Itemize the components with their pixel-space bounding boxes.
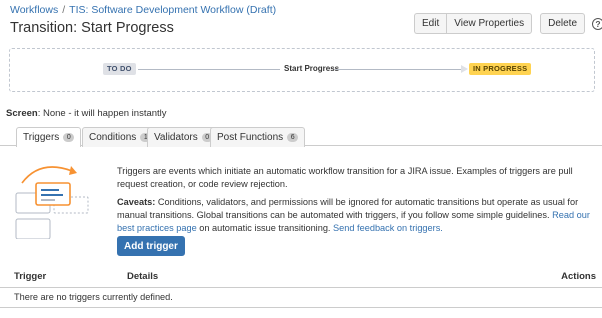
caveats-tail: on automatic issue transitioning.: [196, 223, 334, 233]
breadcrumb-separator: /: [62, 4, 66, 16]
caveats-label: Caveats:: [117, 197, 156, 207]
tab-label: Post Functions: [217, 132, 284, 143]
transition-diagram: TO DO Start Progress IN PROGRESS: [9, 48, 595, 92]
arrow-head-icon: [461, 65, 468, 73]
breadcrumb: Workflows / TIS: Software Development Work…: [10, 4, 276, 16]
tab-validators[interactable]: Validators 0: [147, 127, 220, 147]
edit-view-button-group: Edit View Properties: [414, 13, 533, 34]
transition-line-left: [138, 69, 280, 70]
tab-count-badge: 6: [287, 133, 299, 142]
tab-post-functions[interactable]: Post Functions 6: [210, 127, 306, 147]
tab-label: Validators: [154, 132, 198, 143]
tab-label: Triggers: [23, 132, 60, 143]
screen-label: Screen: [6, 108, 38, 119]
triggers-description: Triggers are events which initiate an au…: [117, 165, 599, 240]
view-properties-button[interactable]: View Properties: [446, 13, 533, 34]
page-title: Transition: Start Progress: [10, 20, 174, 36]
table-bottom-divider: [0, 307, 602, 308]
breadcrumb-workflow-link[interactable]: TIS: Software Development Workflow (Draf…: [69, 4, 276, 16]
screen-value: : None - it will happen instantly: [37, 108, 167, 119]
add-trigger-button[interactable]: Add trigger: [117, 236, 185, 256]
tab-count-badge: 0: [63, 133, 75, 142]
transition-illustration: [15, 166, 89, 239]
transition-name-label: Start Progress: [284, 64, 340, 73]
breadcrumb-workflows-link[interactable]: Workflows: [10, 4, 58, 16]
from-status-lozenge: TO DO: [103, 63, 136, 75]
page-actions: Edit View Properties Delete ?: [414, 12, 602, 35]
delete-button[interactable]: Delete: [540, 13, 585, 34]
to-status-lozenge: IN PROGRESS: [469, 63, 532, 75]
edit-button[interactable]: Edit: [414, 13, 447, 34]
column-header-trigger: Trigger: [14, 271, 47, 282]
empty-table-message: There are no triggers currently defined.: [14, 292, 173, 302]
column-header-details: Details: [127, 271, 159, 282]
screen-info: Screen: None - it will happen instantly: [6, 108, 167, 119]
triggers-table-header: Trigger Details Actions: [0, 267, 602, 288]
transition-line-right: [335, 69, 461, 70]
triggers-caveats: Caveats: Conditions, validators, and per…: [117, 196, 599, 235]
triggers-intro: Triggers are events which initiate an au…: [117, 166, 573, 189]
tab-triggers[interactable]: Triggers 0: [16, 127, 82, 147]
tab-bar: Triggers 0 Conditions 1 Validators 0 Post F…: [0, 125, 602, 147]
tab-label: Conditions: [89, 132, 137, 143]
help-icon[interactable]: ?: [592, 17, 602, 30]
send-feedback-link[interactable]: Send feedback on triggers.: [333, 223, 443, 233]
column-header-actions: Actions: [561, 271, 596, 282]
caveats-text: Conditions, validators, and permissions …: [117, 197, 579, 220]
